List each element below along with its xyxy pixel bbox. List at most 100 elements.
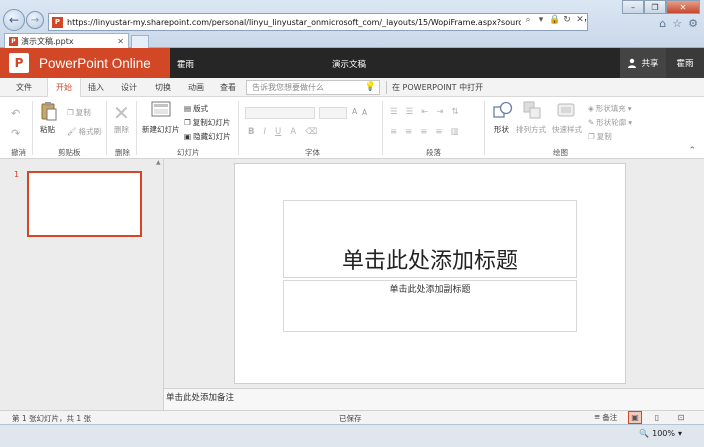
url-text: https://linyustar-my.sharepoint.com/pers… [67,17,587,27]
tab-close-icon[interactable]: ✕ [117,37,124,46]
slide-canvas[interactable]: 单击此处添加标题 单击此处添加副标题 [234,163,626,384]
tab-home[interactable]: 开始 [47,78,81,98]
slideshow-button[interactable]: ⊡ [674,411,688,424]
hide-slide-button[interactable]: ▣ 隐藏幻灯片 [184,131,231,142]
powerpoint-tab-icon: P [9,37,18,46]
shapes-icon[interactable] [493,101,513,124]
dropdown-arrow-icon[interactable]: ▾ [536,15,546,25]
back-button[interactable]: ← [3,9,25,31]
normal-view-button[interactable]: ▣ [628,411,642,424]
underline-icon[interactable]: U [275,127,281,137]
bullets-icon[interactable]: ☰ [390,107,398,117]
minimize-button[interactable]: – [622,0,644,14]
address-bar[interactable]: P https://linyustar-my.sharepoint.com/pe… [48,13,588,31]
shrink-font-icon[interactable]: A [362,108,367,117]
quick-styles-icon[interactable] [557,101,575,124]
title-placeholder-text: 单击此处添加标题 [341,249,518,274]
lock-icon[interactable]: 🔒 [549,15,560,25]
notes-toggle-button[interactable]: ≡ 备注 [594,412,617,423]
share-button[interactable]: 共享 [620,48,666,78]
notes-placeholder: 单击此处添加备注 [166,393,235,403]
tell-me-input[interactable]: 告诉我您想要做什么 💡 [246,80,380,95]
shape-outline-button[interactable]: ✎ 形状轮廓 ▾ [588,117,632,128]
refresh-icon[interactable]: ↻ [562,15,572,25]
tab-view[interactable]: 查看 [220,78,236,97]
favorites-star-icon[interactable]: ☆ [672,17,682,30]
reading-view-button[interactable]: ▯ [650,411,664,424]
grow-font-icon[interactable]: A [352,107,357,116]
tab-insert[interactable]: 插入 [88,78,104,97]
quick-styles-button[interactable]: 快速样式 [552,124,582,135]
tab-title: 演示文稿.pptx [21,37,74,46]
gear-icon[interactable]: ⚙ [688,17,698,30]
text-direction-icon[interactable]: ⇅ [452,107,459,117]
new-slide-button[interactable]: 新建幻灯片 [142,124,180,135]
pen-icon: ✎ [588,118,595,127]
clear-format-icon[interactable]: ⌫ [305,127,317,137]
duplicate-slide-button[interactable]: ❐ 复制幻灯片 [184,117,230,128]
open-in-powerpoint-button[interactable]: 在 POWERPOINT 中打开 [392,78,483,97]
clipboard-group-label: 剪贴板 [58,148,81,157]
columns-icon[interactable]: ▥ [451,127,459,137]
user-account-button[interactable]: 霍雨 [666,48,704,78]
close-icon[interactable]: ✕ [575,15,585,25]
numbering-icon[interactable]: ☰ [406,107,414,117]
italic-icon[interactable]: I [263,127,266,137]
undo-icon[interactable]: ↶ [11,107,20,120]
paste-button[interactable]: 粘贴 [40,124,55,135]
paint-bucket-icon: ◈ [588,104,594,113]
browser-status-bar: 🔍 100% ▾ [0,424,704,447]
home-icon[interactable]: ⌂ [659,17,666,30]
title-placeholder[interactable]: 单击此处添加标题 [283,200,577,278]
slides-group-label: 幻灯片 [177,148,200,157]
restore-button[interactable]: ❐ [644,0,666,14]
align-left-icon[interactable]: ≡ [390,127,397,137]
layout-label: 版式 [193,104,209,113]
close-window-button[interactable]: ✕ [666,0,700,14]
new-slide-icon[interactable] [150,101,172,124]
tab-animations[interactable]: 动画 [188,78,204,97]
delete-icon[interactable]: ✕ [113,101,130,125]
subtitle-placeholder[interactable]: 单击此处添加副标题 [283,280,577,332]
zoom-control[interactable]: 🔍 100% ▾ [639,429,682,438]
brand[interactable]: P PowerPoint Online [0,48,170,78]
slideshow-icon: ⊡ [677,413,685,422]
notes-pane[interactable]: 单击此处添加备注 [164,388,704,410]
person-icon [628,58,637,68]
font-size-dropdown[interactable] [319,107,347,119]
browser-tab[interactable]: P 演示文稿.pptx ✕ [4,33,129,49]
scroll-up-icon[interactable]: ▲ [156,159,161,166]
document-title[interactable]: 演示文稿 [332,58,366,70]
shapes-button[interactable]: 形状 [494,124,509,135]
arrange-button[interactable]: 排列方式 [516,124,546,135]
tab-design[interactable]: 设计 [121,78,137,97]
arrange-icon[interactable] [523,101,541,124]
tab-file[interactable]: 文件 [16,78,32,97]
decrease-indent-icon[interactable]: ⇤ [421,107,428,117]
duplicate-slide-icon: ❐ [184,118,191,127]
zoom-icon: 🔍 [639,429,650,438]
justify-icon[interactable]: ≡ [435,127,442,137]
bold-icon[interactable]: B [248,127,254,137]
shape-fill-button[interactable]: ◈ 形状填充 ▾ [588,103,632,114]
tab-transitions[interactable]: 切换 [155,78,171,97]
font-color-icon[interactable]: A [290,127,296,137]
increase-indent-icon[interactable]: ⇥ [436,107,443,117]
layout-button[interactable]: ▤ 版式 [184,103,208,114]
copy-button[interactable]: ❐ 复制 [67,107,91,118]
redo-icon[interactable]: ↷ [11,127,20,140]
align-center-icon[interactable]: ≡ [405,127,412,137]
search-icon[interactable]: ⌕ [523,15,533,25]
font-family-dropdown[interactable] [245,107,315,119]
notes-icon: ≡ [594,412,601,421]
format-painter-button[interactable]: 🖌 格式刷 [67,126,101,137]
duplicate-shape-button[interactable]: ❐ 复制 [588,131,612,142]
align-right-icon[interactable]: ≡ [420,127,427,137]
paste-icon[interactable] [39,101,59,126]
forward-button[interactable]: → [26,11,44,29]
new-tab-button[interactable] [131,35,149,48]
delete-button[interactable]: 删除 [114,124,129,135]
slide-thumbnail[interactable] [27,171,142,237]
collapse-ribbon-icon[interactable]: ⌃ [688,146,696,156]
header-user-link[interactable]: 霍雨 [177,58,194,70]
